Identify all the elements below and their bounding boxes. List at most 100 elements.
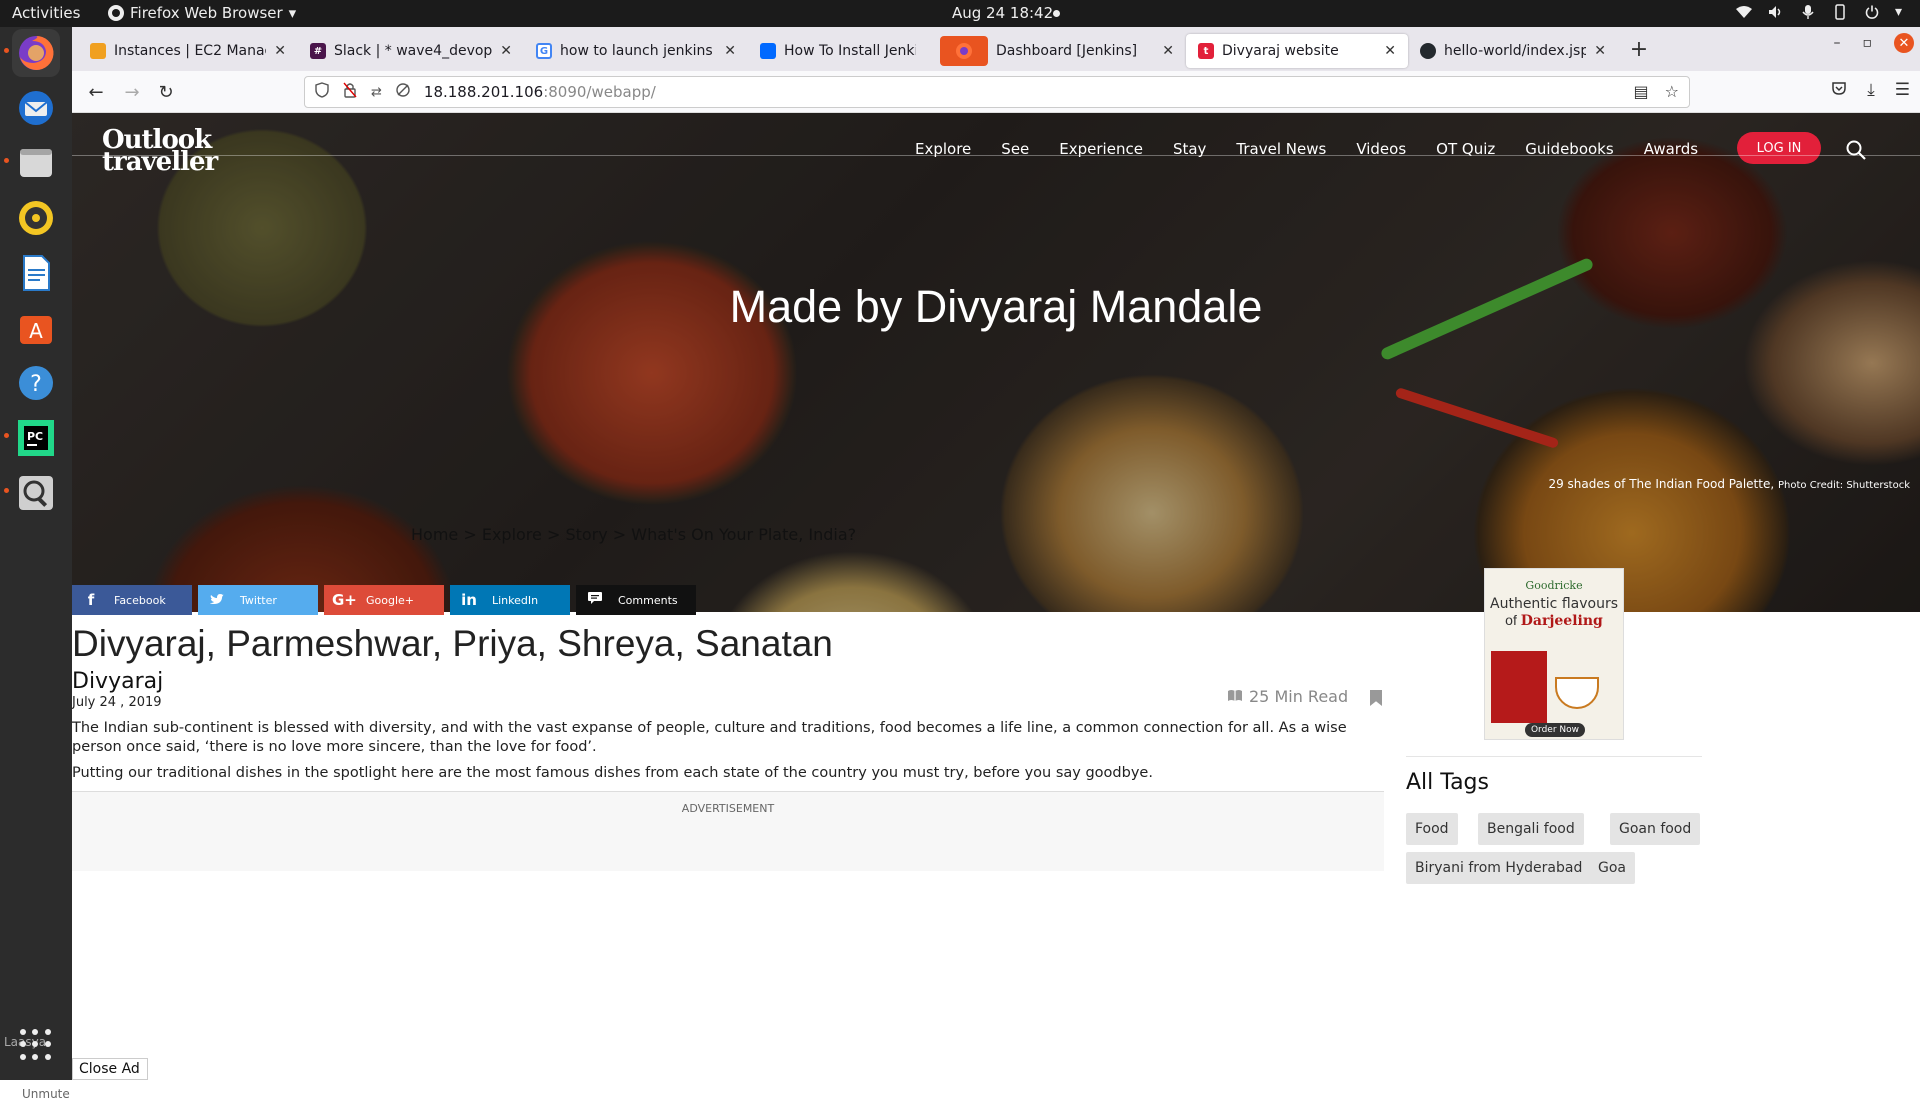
google-plus-icon: G+ <box>332 591 357 609</box>
tab-install-jenkins[interactable]: How To Install Jenkins <box>748 34 928 68</box>
tea-pack-image <box>1491 651 1547 723</box>
firefox-icon[interactable] <box>12 29 60 77</box>
insecure-lock-icon[interactable] <box>343 82 357 102</box>
permissions-icon[interactable]: ⇄ <box>371 85 382 100</box>
help-icon[interactable]: ? <box>12 359 60 407</box>
url-host: 18.188.201.106 <box>423 83 544 101</box>
tab-label: hello-world/index.jsp at r <box>1444 43 1587 59</box>
url-bar[interactable]: ⇄ 18.188.201.106:8090/webapp/ ▤ ☆ <box>304 76 1690 108</box>
files-icon[interactable] <box>12 139 60 187</box>
tracking-icon[interactable] <box>396 83 410 101</box>
tag-goan-food[interactable]: Goan food <box>1610 813 1701 845</box>
hero-caption-text: 29 shades of The Indian Food Palette, <box>1548 477 1775 491</box>
downloads-icon[interactable]: ⤓ <box>1867 80 1875 101</box>
twitter-share-button[interactable]: Twitter <box>198 585 318 615</box>
login-button[interactable]: LOG IN <box>1737 132 1821 164</box>
activities-button[interactable]: Activities <box>12 4 80 22</box>
tag-biryani[interactable]: Biryani from Hyderabad <box>1406 852 1592 884</box>
outlook-traveller-favicon-icon: t <box>1198 43 1214 59</box>
share-label: Facebook <box>114 593 166 607</box>
app-menu[interactable]: Firefox Web Browser ▾ <box>108 4 296 22</box>
tag-food[interactable]: Food <box>1406 813 1458 845</box>
comments-button[interactable]: Comments <box>576 585 696 615</box>
reload-icon[interactable]: ↻ <box>154 80 178 104</box>
slack-icon: # <box>310 43 326 59</box>
sidebar-advertisement[interactable]: Goodricke Authentic flavours of Darjeeli… <box>1484 568 1624 740</box>
facebook-share-button[interactable]: f Facebook <box>72 585 192 615</box>
window-controls: – ▫ ✕ <box>1834 33 1914 53</box>
bookmark-icon[interactable] <box>1370 690 1382 706</box>
tab-jenkins-dashboard[interactable]: Dashboard [Jenkins] ✕ <box>928 34 1186 68</box>
thunderbird-icon[interactable] <box>12 84 60 132</box>
svg-text:A: A <box>29 319 43 343</box>
hero-caption: 29 shades of The Indian Food Palette, Ph… <box>1548 477 1910 491</box>
new-tab-button[interactable]: + <box>1624 37 1654 62</box>
advertisement-label: ADVERTISEMENT <box>681 802 775 815</box>
tag-goa[interactable]: Goa <box>1589 852 1635 884</box>
hamburger-menu-icon[interactable]: ☰ <box>1895 80 1910 101</box>
outlook-traveller-logo[interactable]: Outlook traveller <box>102 127 218 175</box>
order-now-button[interactable]: Order Now <box>1525 723 1585 737</box>
advertisement-slot: ADVERTISEMENT <box>72 791 1384 871</box>
tab-divyaraj-website[interactable]: t Divyaraj website ✕ <box>1186 34 1408 68</box>
digitalocean-icon <box>760 43 776 59</box>
tab-label: Dashboard [Jenkins] <box>996 43 1138 59</box>
read-time-text: 25 Min Read <box>1249 687 1349 706</box>
tab-slack[interactable]: # Slack | * wave4_devops | ✕ <box>298 34 524 68</box>
maximize-icon[interactable]: ▫ <box>1863 35 1873 51</box>
article-title: Divyaraj, Parmeshwar, Priya, Shreya, San… <box>72 623 833 664</box>
close-icon[interactable]: ✕ <box>1594 43 1606 59</box>
system-top-bar: Activities Firefox Web Browser ▾ Aug 24 … <box>0 0 1920 27</box>
hero-photo-credit: Photo Credit: Shutterstock <box>1778 480 1910 491</box>
author-name[interactable]: Divyaraj <box>72 669 163 694</box>
breadcrumb[interactable]: Home > Explore > Story > What's On Your … <box>411 525 856 544</box>
share-label: LinkedIn <box>492 593 539 607</box>
ad-line1: Authentic flavours <box>1490 596 1618 612</box>
share-label: Comments <box>618 593 678 607</box>
tab-github[interactable]: hello-world/index.jsp at r ✕ <box>1408 34 1618 68</box>
window-close-icon[interactable]: ✕ <box>1894 33 1914 53</box>
close-icon[interactable]: ✕ <box>1162 43 1174 59</box>
rhythmbox-icon[interactable] <box>12 194 60 242</box>
close-icon[interactable]: ✕ <box>274 43 286 59</box>
close-icon[interactable]: ✕ <box>724 43 736 59</box>
system-tray[interactable]: ▾ <box>1735 3 1902 21</box>
book-icon <box>1227 687 1243 706</box>
tab-google-search[interactable]: G how to launch jenkins on ✕ <box>524 34 748 68</box>
pocket-icon[interactable] <box>1831 80 1847 101</box>
linkedin-share-button[interactable]: in LinkedIn <box>450 585 570 615</box>
minimize-icon[interactable]: – <box>1834 35 1841 51</box>
clock[interactable]: Aug 24 18:42 <box>952 4 1053 22</box>
comments-icon <box>584 591 606 609</box>
pycharm-icon[interactable]: PC <box>12 414 60 462</box>
show-apps-icon[interactable] <box>20 1029 52 1061</box>
microphone-icon <box>1799 3 1817 21</box>
tag-bengali-food[interactable]: Bengali food <box>1478 813 1584 845</box>
ubuntu-software-icon[interactable]: A <box>12 304 60 352</box>
share-label: Google+ <box>366 593 415 607</box>
bookmark-star-icon[interactable]: ☆ <box>1665 82 1679 101</box>
tab-label: How To Install Jenkins <box>784 43 916 59</box>
close-icon[interactable]: ✕ <box>1384 43 1396 59</box>
libreoffice-writer-icon[interactable] <box>12 249 60 297</box>
magnifier-icon[interactable] <box>12 469 60 517</box>
tab-bar: Instances | EC2 Managem ✕ # Slack | * wa… <box>72 27 1920 71</box>
publish-date: July 24 , 2019 <box>72 695 162 710</box>
dock: A ? PC Laasya Unmute <box>0 27 72 1101</box>
linkedin-icon: in <box>461 591 477 609</box>
site-header: Outlook traveller Explore See Experience… <box>72 113 1920 175</box>
aws-icon <box>90 43 106 59</box>
close-icon[interactable]: ✕ <box>500 43 512 59</box>
url-text[interactable]: 18.188.201.106:8090/webapp/ <box>424 83 656 101</box>
forward-arrow-icon[interactable]: → <box>120 80 144 104</box>
close-ad-button[interactable]: Close Ad <box>72 1058 148 1080</box>
navigation-toolbar: ← → ↻ ⇄ 18.188.201.106:8090/webapp/ ▤ ☆ … <box>72 71 1920 113</box>
google-plus-share-button[interactable]: G+ Google+ <box>324 585 444 615</box>
shield-icon[interactable] <box>315 82 329 102</box>
tags-divider <box>1406 756 1702 757</box>
ad-line2: of Darjeeling <box>1485 612 1623 629</box>
back-arrow-icon[interactable]: ← <box>84 80 108 104</box>
svg-text:?: ? <box>30 372 42 397</box>
reader-view-icon[interactable]: ▤ <box>1634 82 1649 101</box>
tab-ec2[interactable]: Instances | EC2 Managem ✕ <box>78 34 298 68</box>
